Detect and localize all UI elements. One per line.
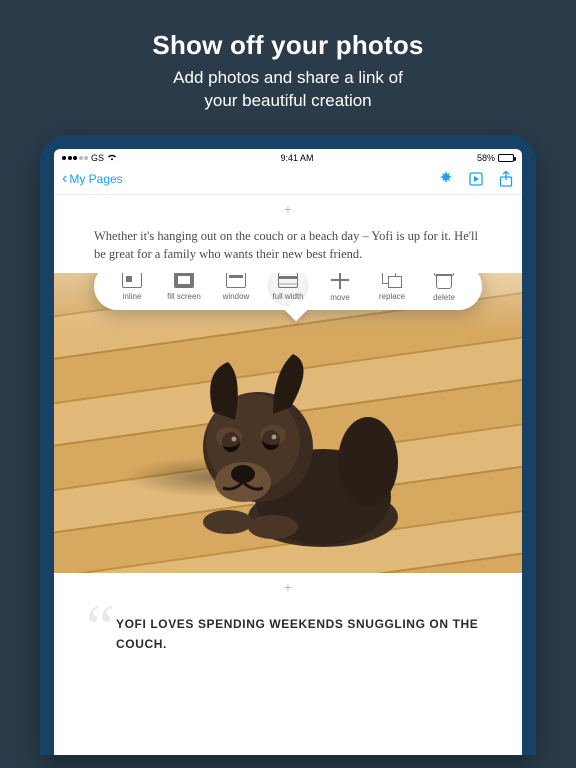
signal-dots-icon	[62, 156, 88, 160]
nav-bar: ‹ My Pages	[54, 165, 522, 195]
pull-quote[interactable]: “ YOFI LOVES SPENDING WEEKENDS SNUGGLING…	[54, 601, 522, 685]
dog-illustration	[173, 342, 403, 552]
promo-copy: Show off your photos Add photos and shar…	[112, 0, 463, 135]
tool-window[interactable]: window	[210, 273, 262, 301]
chevron-left-icon: ‹	[62, 171, 67, 187]
status-left: GS	[62, 153, 117, 163]
share-icon[interactable]	[498, 171, 514, 187]
quote-mark-icon: “	[86, 595, 114, 659]
back-button[interactable]: ‹ My Pages	[62, 171, 123, 187]
hero-image[interactable]: inline fill screen window full widt	[54, 273, 522, 573]
wifi-icon	[107, 153, 117, 163]
status-time: 9:41 AM	[280, 153, 313, 163]
app-store-promo-frame: Show off your photos Add photos and shar…	[0, 0, 576, 768]
add-block-top[interactable]: +	[54, 195, 522, 223]
status-bar: GS 9:41 AM 58%	[54, 149, 522, 165]
preview-icon[interactable]	[468, 171, 484, 187]
battery-percent: 58%	[477, 153, 495, 163]
image-toolbar: inline fill screen window full widt	[94, 273, 482, 310]
body-paragraph[interactable]: Whether it's hanging out on the couch or…	[54, 223, 522, 273]
tool-delete[interactable]: delete	[418, 273, 470, 302]
page-content: + Whether it's hanging out on the couch …	[54, 195, 522, 755]
tool-full-width[interactable]: full width	[262, 273, 314, 301]
tool-fill-screen[interactable]: fill screen	[158, 273, 210, 301]
promo-title: Show off your photos	[152, 30, 423, 61]
tool-replace[interactable]: replace	[366, 273, 418, 301]
status-right: 58%	[477, 153, 514, 163]
battery-icon	[498, 154, 514, 162]
add-block-mid[interactable]: +	[54, 573, 522, 601]
replace-icon	[382, 273, 402, 288]
tool-inline[interactable]: inline	[106, 273, 158, 301]
carrier-label: GS	[91, 153, 104, 163]
quote-text: YOFI LOVES SPENDING WEEKENDS SNUGGLING O…	[116, 615, 482, 655]
app-screen: GS 9:41 AM 58% ‹ My Pages	[54, 149, 522, 755]
nav-actions	[438, 171, 514, 187]
full-width-icon	[278, 273, 298, 288]
back-label: My Pages	[69, 172, 122, 186]
magic-icon[interactable]	[438, 171, 454, 187]
inline-icon	[122, 273, 142, 288]
window-icon	[226, 273, 246, 288]
promo-subtitle: Add photos and share a link of your beau…	[152, 67, 423, 113]
delete-icon	[436, 273, 452, 289]
move-icon	[331, 273, 349, 289]
fill-screen-icon	[174, 273, 194, 288]
tool-move[interactable]: move	[314, 273, 366, 302]
tablet-bezel: GS 9:41 AM 58% ‹ My Pages	[40, 135, 536, 755]
